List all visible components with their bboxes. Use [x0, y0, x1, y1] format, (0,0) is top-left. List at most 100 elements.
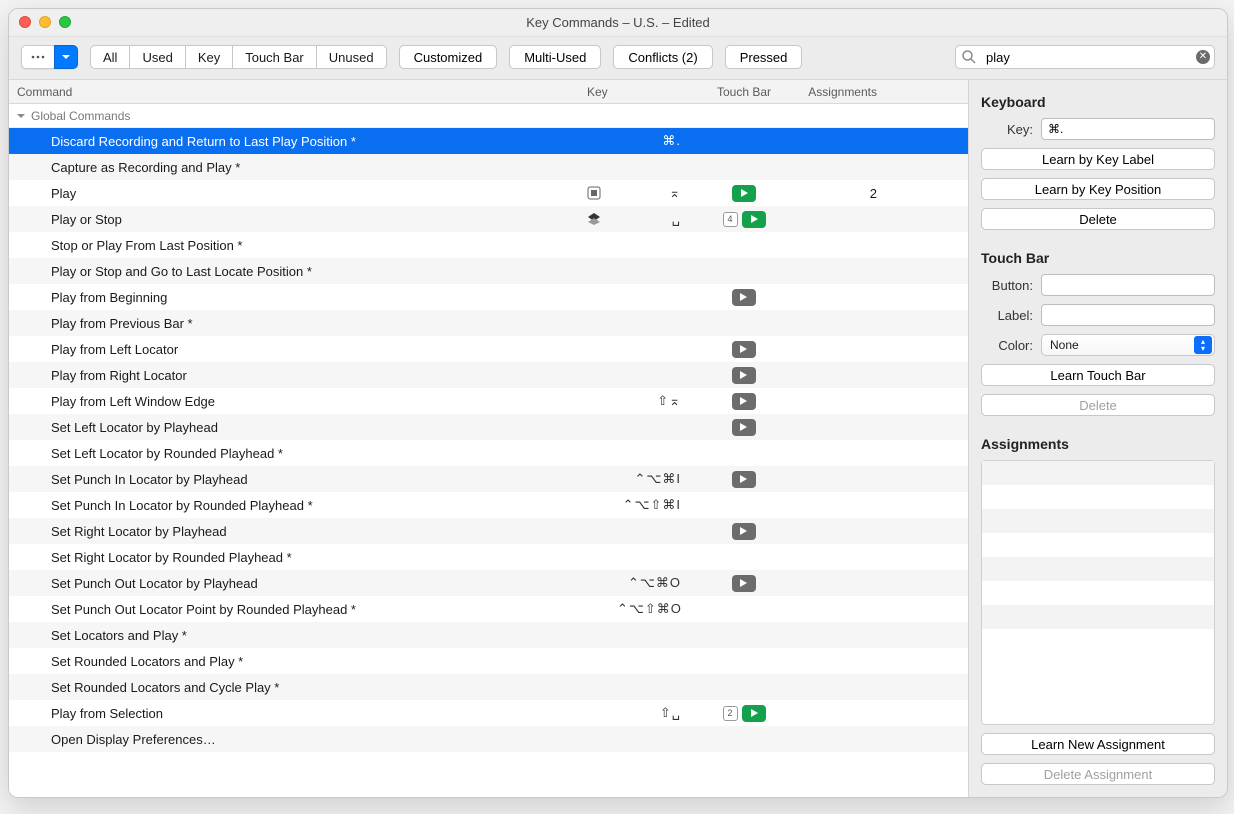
count-badge-icon: 2	[723, 706, 738, 721]
key-shortcut: ⌃⌥⌘I	[609, 471, 689, 487]
filter-all[interactable]: All	[90, 45, 129, 69]
command-row[interactable]: Play or Stop␣4	[9, 206, 968, 232]
command-row[interactable]: Play from Beginning	[9, 284, 968, 310]
learn-key-position-button[interactable]: Learn by Key Position	[981, 178, 1215, 200]
command-row[interactable]: Set Left Locator by Rounded Playhead *	[9, 440, 968, 466]
touchbar-assignment	[689, 289, 799, 306]
assignments-listbox[interactable]	[981, 460, 1215, 725]
command-name: Play from Selection	[9, 706, 579, 721]
command-name: Play	[9, 186, 579, 201]
command-row[interactable]: Set Rounded Locators and Cycle Play *	[9, 674, 968, 700]
col-command[interactable]: Command	[9, 85, 579, 99]
touchbar-heading: Touch Bar	[981, 250, 1215, 266]
learn-key-label-button[interactable]: Learn by Key Label	[981, 148, 1215, 170]
multi-used-button[interactable]: Multi-Used	[509, 45, 601, 69]
toolbar: AllUsedKeyTouch BarUnused Customized Mul…	[9, 37, 1227, 80]
delete-assignment-button[interactable]: Delete Assignment	[981, 763, 1215, 785]
command-row[interactable]: Discard Recording and Return to Last Pla…	[9, 128, 968, 154]
touchbar-label-row: Label:	[981, 304, 1215, 326]
command-row[interactable]: Capture as Recording and Play *	[9, 154, 968, 180]
command-row[interactable]: Play from Selection⇧␣2	[9, 700, 968, 726]
command-row[interactable]: Play from Right Locator	[9, 362, 968, 388]
filter-unused[interactable]: Unused	[316, 45, 387, 69]
close-window-icon[interactable]	[19, 16, 31, 28]
key-input[interactable]	[1041, 118, 1215, 140]
search-clear-icon[interactable]: ✕	[1196, 50, 1210, 64]
command-row[interactable]: Set Punch Out Locator Point by Rounded P…	[9, 596, 968, 622]
search-field[interactable]: ✕	[955, 45, 1215, 69]
touchbar-button-row: Button:	[981, 274, 1215, 296]
command-name: Set Punch Out Locator by Playhead	[9, 576, 579, 591]
section-global-commands[interactable]: Global Commands	[9, 104, 968, 128]
command-row[interactable]: Play from Left Window Edge⇧⌅	[9, 388, 968, 414]
command-list[interactable]: Global Commands Discard Recording and Re…	[9, 104, 968, 797]
inspector-panel: Keyboard Key: Learn by Key Label Learn b…	[969, 80, 1227, 797]
touchbar-color-select[interactable]: None ▴▾	[1041, 334, 1215, 356]
touchbar-assignment	[689, 523, 799, 540]
filter-touch-bar[interactable]: Touch Bar	[232, 45, 316, 69]
col-key[interactable]: Key	[579, 85, 689, 99]
command-list-panel: Command Key Touch Bar Assignments Global…	[9, 80, 969, 797]
command-row[interactable]: Play from Previous Bar *	[9, 310, 968, 336]
command-name: Set Punch In Locator by Playhead	[9, 472, 579, 487]
search-input[interactable]	[955, 45, 1215, 69]
col-touchbar[interactable]: Touch Bar	[689, 85, 799, 99]
command-name: Discard Recording and Return to Last Pla…	[9, 134, 579, 149]
command-row[interactable]: Set Right Locator by Rounded Playhead *	[9, 544, 968, 570]
command-name: Capture as Recording and Play *	[9, 160, 579, 175]
key-label: Key:	[981, 122, 1033, 137]
numpad-enter-icon	[579, 186, 609, 200]
zoom-window-icon[interactable]	[59, 16, 71, 28]
options-ellipsis-icon[interactable]	[21, 45, 54, 69]
filter-used[interactable]: Used	[129, 45, 184, 69]
command-name: Stop or Play From Last Position *	[9, 238, 579, 253]
touchbar-chip-icon	[732, 471, 756, 488]
command-row[interactable]: Set Locators and Play *	[9, 622, 968, 648]
command-row[interactable]: Stop or Play From Last Position *	[9, 232, 968, 258]
delete-key-button[interactable]: Delete	[981, 208, 1215, 230]
conflicts-button[interactable]: Conflicts (2)	[613, 45, 712, 69]
layers-icon	[579, 212, 609, 226]
key-commands-window: Key Commands – U.S. – Edited AllUsedKeyT…	[8, 8, 1228, 798]
dropdown-arrows-icon: ▴▾	[1194, 336, 1212, 354]
minimize-window-icon[interactable]	[39, 16, 51, 28]
pressed-button[interactable]: Pressed	[725, 45, 803, 69]
command-name: Set Rounded Locators and Cycle Play *	[9, 680, 579, 695]
command-row[interactable]: Set Punch Out Locator by Playhead ⌃⌥⌘O	[9, 570, 968, 596]
touchbar-assignment	[689, 575, 799, 592]
command-row[interactable]: Set Punch In Locator by Rounded Playhead…	[9, 492, 968, 518]
command-row[interactable]: Play from Left Locator	[9, 336, 968, 362]
command-row[interactable]: Set Left Locator by Playhead	[9, 414, 968, 440]
touchbar-assignment	[689, 471, 799, 488]
key-shortcut: ⌃⌥⌘O	[609, 575, 689, 591]
play-chip-icon	[732, 185, 756, 202]
command-row[interactable]: Open Display Preferences…	[9, 726, 968, 752]
touchbar-button-input[interactable]	[1041, 274, 1215, 296]
chevron-down-icon	[17, 112, 27, 120]
touchbar-label-input[interactable]	[1041, 304, 1215, 326]
options-dropdown-icon[interactable]	[54, 45, 78, 69]
col-assignments[interactable]: Assignments	[799, 85, 895, 99]
learn-new-assignment-button[interactable]: Learn New Assignment	[981, 733, 1215, 755]
command-row[interactable]: Play or Stop and Go to Last Locate Posit…	[9, 258, 968, 284]
filter-segment[interactable]: AllUsedKeyTouch BarUnused	[90, 45, 387, 69]
command-row[interactable]: Set Rounded Locators and Play *	[9, 648, 968, 674]
options-menu[interactable]	[21, 45, 78, 69]
customized-button[interactable]: Customized	[399, 45, 498, 69]
touchbar-color-label: Color:	[981, 338, 1033, 353]
command-row[interactable]: Play⌅2	[9, 180, 968, 206]
learn-touchbar-button[interactable]: Learn Touch Bar	[981, 364, 1215, 386]
filter-key[interactable]: Key	[185, 45, 232, 69]
touchbar-chip-icon	[732, 419, 756, 436]
touchbar-assignment	[689, 341, 799, 358]
delete-touchbar-button[interactable]: Delete	[981, 394, 1215, 416]
command-row[interactable]: Set Right Locator by Playhead	[9, 518, 968, 544]
window-controls	[19, 16, 71, 28]
touchbar-chip-icon	[732, 523, 756, 540]
keyboard-heading: Keyboard	[981, 94, 1215, 110]
assignment-count: 2	[799, 186, 895, 201]
command-row[interactable]: Set Punch In Locator by Playhead ⌃⌥⌘I	[9, 466, 968, 492]
command-name: Set Left Locator by Rounded Playhead *	[9, 446, 579, 461]
touchbar-assignment: 4	[689, 211, 799, 228]
touchbar-button-label: Button:	[981, 278, 1033, 293]
